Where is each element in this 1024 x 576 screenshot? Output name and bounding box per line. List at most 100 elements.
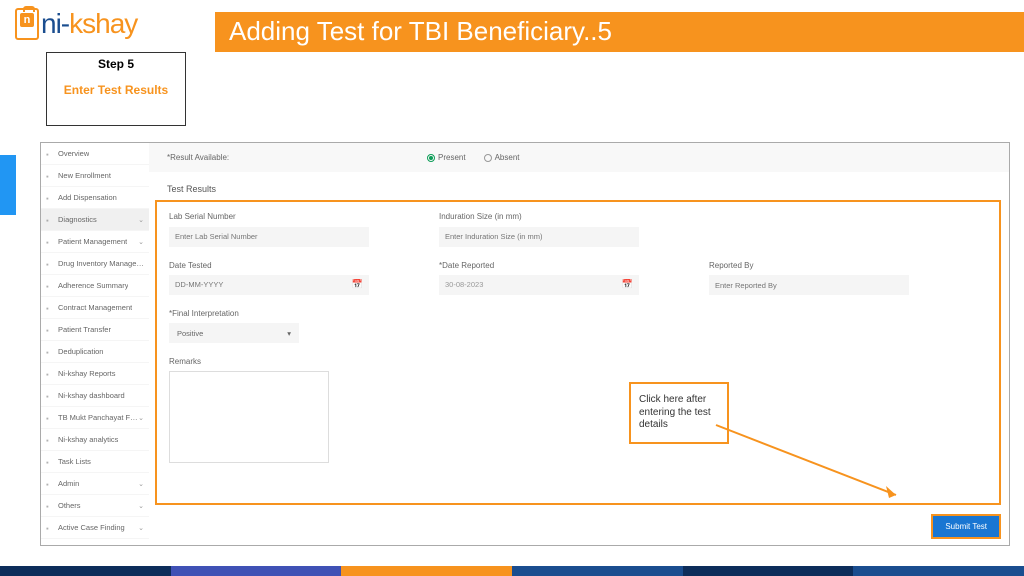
- logo-text-dash: -: [61, 8, 69, 39]
- sidebar-item-task-lists[interactable]: ▪ Task Lists: [41, 451, 149, 473]
- sidebar-item-label: Add Dispensation: [58, 193, 117, 202]
- menu-icon: ▪: [46, 436, 54, 444]
- sidebar-item-tb-mukt-panchayat-forms[interactable]: ▪ TB Mukt Panchayat Forms⌄: [41, 407, 149, 429]
- sidebar-item-label: Overview: [58, 149, 89, 158]
- radio-absent-label: Absent: [495, 153, 520, 162]
- chevron-down-icon: ⌄: [138, 502, 144, 510]
- sidebar-item-diagnostics[interactable]: ▪ Diagnostics ⌄: [41, 209, 149, 231]
- decorative-strip: [0, 155, 16, 215]
- sidebar-item-others[interactable]: ▪ Others ⌄: [41, 495, 149, 517]
- chevron-down-icon: ⌄: [138, 238, 144, 246]
- submit-test-button[interactable]: Submit Test: [931, 514, 1001, 539]
- result-available-row: *Result Available: Present Absent: [149, 143, 1009, 172]
- menu-icon: ▪: [46, 216, 54, 224]
- induration-input[interactable]: [439, 227, 639, 247]
- sidebar-item-label: New Enrollment: [58, 171, 111, 180]
- date-reported-label: *Date Reported: [439, 261, 639, 270]
- menu-icon: ▪: [46, 194, 54, 202]
- calendar-icon[interactable]: 📅: [352, 279, 363, 290]
- sidebar-item-label: Patient Management: [58, 237, 127, 246]
- calendar-icon[interactable]: 📅: [622, 279, 633, 290]
- sidebar-item-patient-management[interactable]: ▪Patient Management⌄: [41, 231, 149, 253]
- lab-serial-label: Lab Serial Number: [169, 212, 369, 221]
- step-box: Step 5 Enter Test Results: [46, 52, 186, 126]
- footer-decoration: [0, 566, 1024, 576]
- radio-absent[interactable]: Absent: [484, 153, 520, 162]
- sidebar-item-add-dispensation[interactable]: ▪ Add Dispensation: [41, 187, 149, 209]
- menu-icon: ▪: [46, 304, 54, 312]
- chevron-down-icon: ⌄: [138, 414, 144, 422]
- sidebar-item-active-case-finding[interactable]: ▪ Active Case Finding ⌄: [41, 517, 149, 539]
- content-area: *Result Available: Present Absent Test R…: [149, 143, 1009, 545]
- step-label: Enter Test Results: [51, 83, 181, 97]
- sidebar-item-label: Ni-kshay Reports: [58, 369, 116, 378]
- interpretation-select[interactable]: Positive ▾: [169, 323, 299, 343]
- menu-icon: ▪: [46, 282, 54, 290]
- sidebar-item-label: Deduplication: [58, 347, 103, 356]
- logo-text-ni: ni: [41, 8, 61, 39]
- sidebar-item-label: Drug Inventory Management: [58, 259, 144, 268]
- sidebar-item-contract-management[interactable]: ▪ Contract Management: [41, 297, 149, 319]
- sidebar-item-label: Patient Transfer: [58, 325, 111, 334]
- sidebar-item-label: Contract Management: [58, 303, 132, 312]
- sidebar-item-overview[interactable]: ▪ Overview: [41, 143, 149, 165]
- menu-icon: ▪: [46, 392, 54, 400]
- sidebar-item-label: Active Case Finding: [58, 523, 125, 532]
- radio-present-label: Present: [438, 153, 466, 162]
- sidebar-item-ni-kshay-reports[interactable]: ▪ Ni-kshay Reports: [41, 363, 149, 385]
- menu-icon: ▪: [46, 172, 54, 180]
- sidebar-item-admin[interactable]: ▪ Admin ⌄: [41, 473, 149, 495]
- remarks-label: Remarks: [169, 357, 329, 366]
- interpretation-label: *Final Interpretation: [169, 309, 369, 318]
- page-title: Adding Test for TBI Beneficiary..5: [215, 12, 1024, 52]
- menu-icon: ▪: [46, 326, 54, 334]
- chevron-down-icon: ⌄: [138, 216, 144, 224]
- menu-icon: ▪: [46, 150, 54, 158]
- date-tested-input[interactable]: [175, 275, 352, 295]
- date-reported-input[interactable]: [445, 275, 622, 295]
- sidebar-item-new-enrollment[interactable]: ▪ New Enrollment: [41, 165, 149, 187]
- step-number: Step 5: [51, 57, 181, 71]
- menu-icon: ▪: [46, 480, 54, 488]
- menu-icon: ▪: [46, 502, 54, 510]
- lab-serial-input[interactable]: [169, 227, 369, 247]
- sidebar-item-label: Ni-kshay dashboard: [58, 391, 125, 400]
- menu-icon: ▪: [46, 458, 54, 466]
- radio-dot-icon: [484, 154, 492, 162]
- menu-icon: ▪: [46, 260, 54, 268]
- result-available-label: *Result Available:: [167, 153, 427, 162]
- sidebar-item-label: Ni-kshay analytics: [58, 435, 118, 444]
- menu-icon: ▪: [46, 370, 54, 378]
- chevron-down-icon: ⌄: [138, 524, 144, 532]
- sidebar-item-adherence-summary[interactable]: ▪ Adherence Summary: [41, 275, 149, 297]
- app-frame: ▪ Overview ▪ New Enrollment ▪ Add Dispensatio…: [40, 142, 1010, 546]
- sidebar-item-label: Others: [58, 501, 81, 510]
- menu-icon: ▪: [46, 348, 54, 356]
- chevron-down-icon: ⌄: [138, 480, 144, 488]
- sidebar-item-label: Admin: [58, 479, 79, 488]
- remarks-textarea[interactable]: [169, 371, 329, 463]
- sidebar-item-label: Diagnostics: [58, 215, 97, 224]
- app-logo: ni-kshay: [15, 8, 137, 40]
- test-results-form: Lab Serial Number Induration Size (in mm…: [155, 200, 1001, 505]
- phone-icon: [15, 8, 39, 40]
- sidebar-item-label: Task Lists: [58, 457, 91, 466]
- radio-present[interactable]: Present: [427, 153, 466, 162]
- reported-by-input[interactable]: [709, 275, 909, 295]
- sidebar-item-label: Adherence Summary: [58, 281, 128, 290]
- radio-dot-icon: [427, 154, 435, 162]
- sidebar-item-ni-kshay-analytics[interactable]: ▪ Ni-kshay analytics: [41, 429, 149, 451]
- sidebar-item-ni-kshay-dashboard[interactable]: ▪ Ni-kshay dashboard: [41, 385, 149, 407]
- menu-icon: ▪: [46, 524, 54, 532]
- sidebar-item-label: TB Mukt Panchayat Forms: [58, 413, 138, 422]
- menu-icon: ▪: [46, 414, 54, 422]
- sidebar-item-drug-inventory-management[interactable]: ▪ Drug Inventory Management: [41, 253, 149, 275]
- reported-by-label: Reported By: [709, 261, 909, 270]
- logo-text-kshay: kshay: [69, 8, 137, 39]
- chevron-down-icon: ▾: [287, 329, 291, 338]
- sidebar-item-deduplication[interactable]: ▪ Deduplication: [41, 341, 149, 363]
- interpretation-value: Positive: [177, 329, 203, 338]
- date-tested-label: Date Tested: [169, 261, 369, 270]
- sidebar-item-patient-transfer[interactable]: ▪ Patient Transfer: [41, 319, 149, 341]
- section-test-results: Test Results: [149, 172, 1009, 200]
